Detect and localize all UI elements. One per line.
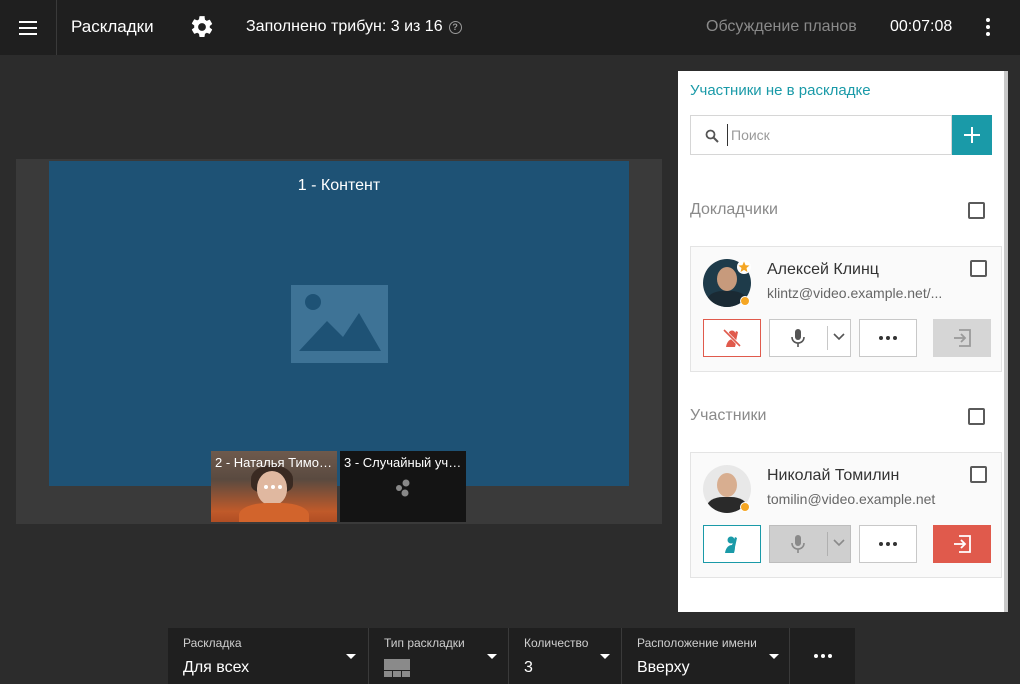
- add-participant-button[interactable]: [952, 115, 992, 155]
- participant-checkbox[interactable]: [970, 260, 987, 277]
- exit-button[interactable]: [933, 319, 991, 357]
- participant-email: tomilin@video.example.net: [767, 491, 936, 507]
- exit-button[interactable]: [933, 525, 991, 563]
- participant-tile[interactable]: 2 - Наталья Тимофеева: [211, 451, 337, 522]
- mic-button[interactable]: [769, 525, 851, 563]
- content-slot[interactable]: 1 - Контент: [49, 161, 629, 486]
- participant-name: Николай Томилин: [767, 467, 900, 484]
- plan-status: Обсуждение планов: [706, 18, 857, 35]
- mic-icon: [791, 535, 805, 553]
- exit-icon: [954, 329, 971, 347]
- count-value: 3: [524, 659, 533, 676]
- chevron-down-icon: [487, 654, 497, 659]
- layout-select[interactable]: Раскладка Для всех: [168, 628, 369, 684]
- page-title: Раскладки: [71, 17, 154, 36]
- chevron-down-icon[interactable]: [833, 333, 845, 341]
- search-input[interactable]: [727, 124, 937, 146]
- participant-card: Николай Томилин tomilin@video.example.ne…: [690, 452, 1002, 578]
- menu-icon: [19, 20, 37, 35]
- tribunes-status-text: Заполнено трибун: 3 из 16: [246, 18, 443, 35]
- count-label: Количество: [524, 636, 589, 650]
- name-position-value: Вверху: [637, 659, 690, 676]
- menu-button[interactable]: [0, 0, 57, 55]
- exit-icon: [954, 535, 971, 553]
- chevron-down-icon: [346, 654, 356, 659]
- layout-stage: 1 - Контент 2 - Наталья Тимофеева 3 - Сл…: [16, 159, 662, 524]
- more-actions-button[interactable]: [859, 525, 917, 563]
- session-timer: 00:07:08: [890, 18, 953, 35]
- top-bar: Раскладки Заполнено трибун: 3 из 16 ? Об…: [0, 0, 1020, 55]
- status-indicator: [740, 502, 750, 512]
- raise-hand-button[interactable]: [703, 319, 761, 357]
- tile-label: 2 - Наталья Тимофеева: [215, 455, 333, 470]
- help-icon[interactable]: ?: [448, 20, 462, 34]
- speakers-select-all-checkbox[interactable]: [968, 202, 985, 219]
- mic-icon: [791, 329, 805, 347]
- participants-select-all-checkbox[interactable]: [968, 408, 985, 425]
- search-icon: [705, 129, 719, 143]
- raise-hand-button[interactable]: [703, 525, 761, 563]
- more-vert-icon[interactable]: [976, 14, 1000, 40]
- chevron-down-icon[interactable]: [833, 539, 845, 547]
- chevron-down-icon: [769, 654, 779, 659]
- tile-label: 3 - Случайный участник: [344, 455, 462, 470]
- raise-hand-icon: [725, 536, 737, 553]
- layout-toolbar: Раскладка Для всех Тип раскладки Количес…: [168, 628, 855, 684]
- tile-more-icon[interactable]: [264, 485, 282, 489]
- raise-hand-icon: [722, 328, 742, 348]
- layout-type-icon: [384, 659, 410, 677]
- participant-tile[interactable]: 3 - Случайный участник: [340, 451, 466, 522]
- settings-button[interactable]: [189, 14, 215, 40]
- speakers-section-title: Докладчики: [690, 201, 778, 218]
- participants-panel: Участники не в раскладке Докладчики Алек…: [678, 71, 1008, 612]
- panel-scrollbar[interactable]: [1004, 71, 1008, 612]
- layout-type-label: Тип раскладки: [384, 636, 465, 650]
- more-actions-button[interactable]: [859, 319, 917, 357]
- participant-email: klintz@video.example.net/...: [767, 285, 943, 301]
- layout-type-select[interactable]: Тип раскладки: [369, 628, 509, 684]
- layout-select-value: Для всех: [183, 659, 250, 676]
- plus-icon: [964, 127, 980, 143]
- layout-select-label: Раскладка: [183, 636, 242, 650]
- people-icon: [396, 479, 410, 497]
- content-title: 1 - Контент: [297, 177, 381, 194]
- search-box: [690, 115, 952, 155]
- tribunes-status: Заполнено трибун: 3 из 16 ?: [246, 18, 462, 36]
- star-icon: [737, 260, 751, 274]
- participant-name: Алексей Клинц: [767, 261, 879, 278]
- status-indicator: [740, 296, 750, 306]
- image-icon: [291, 285, 388, 363]
- panel-title: Участники не в раскладке: [690, 82, 871, 99]
- participant-checkbox[interactable]: [970, 466, 987, 483]
- gear-icon: [191, 16, 213, 37]
- speaker-card: Алексей Клинц klintz@video.example.net/.…: [690, 246, 1002, 372]
- name-position-label: Расположение имени: [637, 636, 757, 650]
- participants-section-title: Участники: [690, 407, 767, 424]
- chevron-down-icon: [600, 654, 610, 659]
- toolbar-more-button[interactable]: [790, 628, 855, 684]
- mic-button[interactable]: [769, 319, 851, 357]
- count-select[interactable]: Количество 3: [509, 628, 622, 684]
- name-position-select[interactable]: Расположение имени Вверху: [622, 628, 790, 684]
